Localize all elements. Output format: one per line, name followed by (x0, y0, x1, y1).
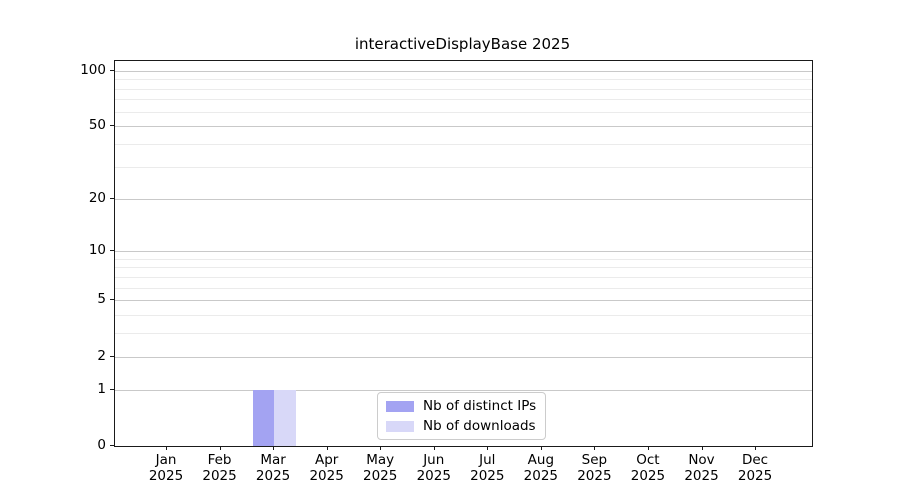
legend-swatch-distinct-ips (386, 400, 414, 412)
gridline-minor (115, 276, 812, 278)
chart-title: interactiveDisplayBase 2025 (354, 35, 571, 53)
x-tick-label-dec: Dec 2025 (737, 452, 773, 484)
gridline-minor (115, 99, 812, 101)
plot-area (114, 60, 813, 447)
gridline-major (115, 356, 812, 358)
gridline-major (115, 389, 812, 391)
y-tick-mark (110, 197, 114, 199)
gridline-minor (115, 88, 812, 90)
gridline-minor (115, 287, 812, 289)
x-tick-mark (701, 446, 703, 450)
y-tick-mark (110, 445, 114, 446)
x-tick-mark (540, 446, 542, 450)
y-tick-label: 10 (88, 242, 106, 259)
gridline-major (115, 300, 812, 302)
x-tick-label-jun: Jun 2025 (416, 452, 451, 484)
y-tick-label: 50 (88, 117, 106, 134)
bar-nb-of-distinct-ips-mar (252, 389, 275, 446)
y-tick-mark (110, 388, 114, 390)
gridline-minor (115, 315, 812, 317)
gridline-minor (115, 79, 812, 81)
x-tick-mark (219, 446, 221, 450)
y-tick-mark (110, 355, 114, 357)
gridline-major (115, 198, 812, 200)
x-tick-label-feb: Feb 2025 (202, 452, 237, 484)
y-tick-label: 2 (97, 347, 106, 364)
y-tick-label: 5 (97, 291, 106, 308)
gridline-minor (115, 258, 812, 260)
x-tick-mark (433, 446, 435, 450)
legend-row-distinct-ips: Nb of distinct IPs (386, 398, 536, 414)
legend-swatch-downloads (386, 420, 414, 432)
x-tick-mark (755, 446, 757, 450)
x-tick-mark (380, 446, 382, 450)
y-tick-mark (110, 69, 114, 71)
gridline-major (115, 70, 812, 72)
x-tick-label-aug: Aug 2025 (523, 452, 559, 484)
x-tick-mark (273, 446, 275, 450)
x-tick-label-mar: Mar 2025 (255, 452, 291, 484)
x-tick-label-jul: Jul 2025 (470, 452, 505, 484)
gridline-minor (115, 267, 812, 269)
x-tick-mark (166, 446, 167, 450)
gridline-minor (115, 333, 812, 335)
gridline-minor (115, 144, 812, 146)
gridline-minor (115, 111, 812, 113)
y-tick-mark (110, 299, 114, 301)
y-tick-label: 0 (97, 437, 106, 453)
x-tick-label-may: May 2025 (363, 452, 398, 484)
x-tick-mark (594, 446, 596, 450)
x-tick-label-apr: Apr 2025 (309, 452, 344, 484)
legend-row-downloads: Nb of downloads (386, 418, 536, 434)
x-tick-label-oct: Oct 2025 (630, 452, 666, 484)
x-tick-label-sep: Sep 2025 (577, 452, 612, 484)
x-tick-mark (487, 446, 489, 450)
gridline-major (115, 126, 812, 128)
x-tick-label-jan: Jan 2025 (148, 452, 184, 484)
legend-label-distinct-ips: Nb of distinct IPs (423, 398, 537, 414)
legend-label-downloads: Nb of downloads (423, 418, 536, 434)
legend: Nb of distinct IPs Nb of downloads (377, 392, 547, 440)
x-tick-label-nov: Nov 2025 (684, 452, 719, 484)
x-tick-mark (326, 446, 328, 450)
y-tick-mark (110, 125, 114, 127)
y-tick-label: 100 (80, 61, 106, 78)
bar-nb-of-downloads-mar (274, 389, 296, 446)
gridline-minor (115, 166, 812, 168)
y-tick-mark (110, 250, 114, 252)
y-tick-label: 1 (97, 380, 106, 397)
chart-figure: interactiveDisplayBase 2025 Nb of distin… (0, 0, 900, 500)
y-tick-label: 20 (88, 189, 106, 206)
x-tick-mark (647, 446, 649, 450)
gridline-major (115, 251, 812, 253)
